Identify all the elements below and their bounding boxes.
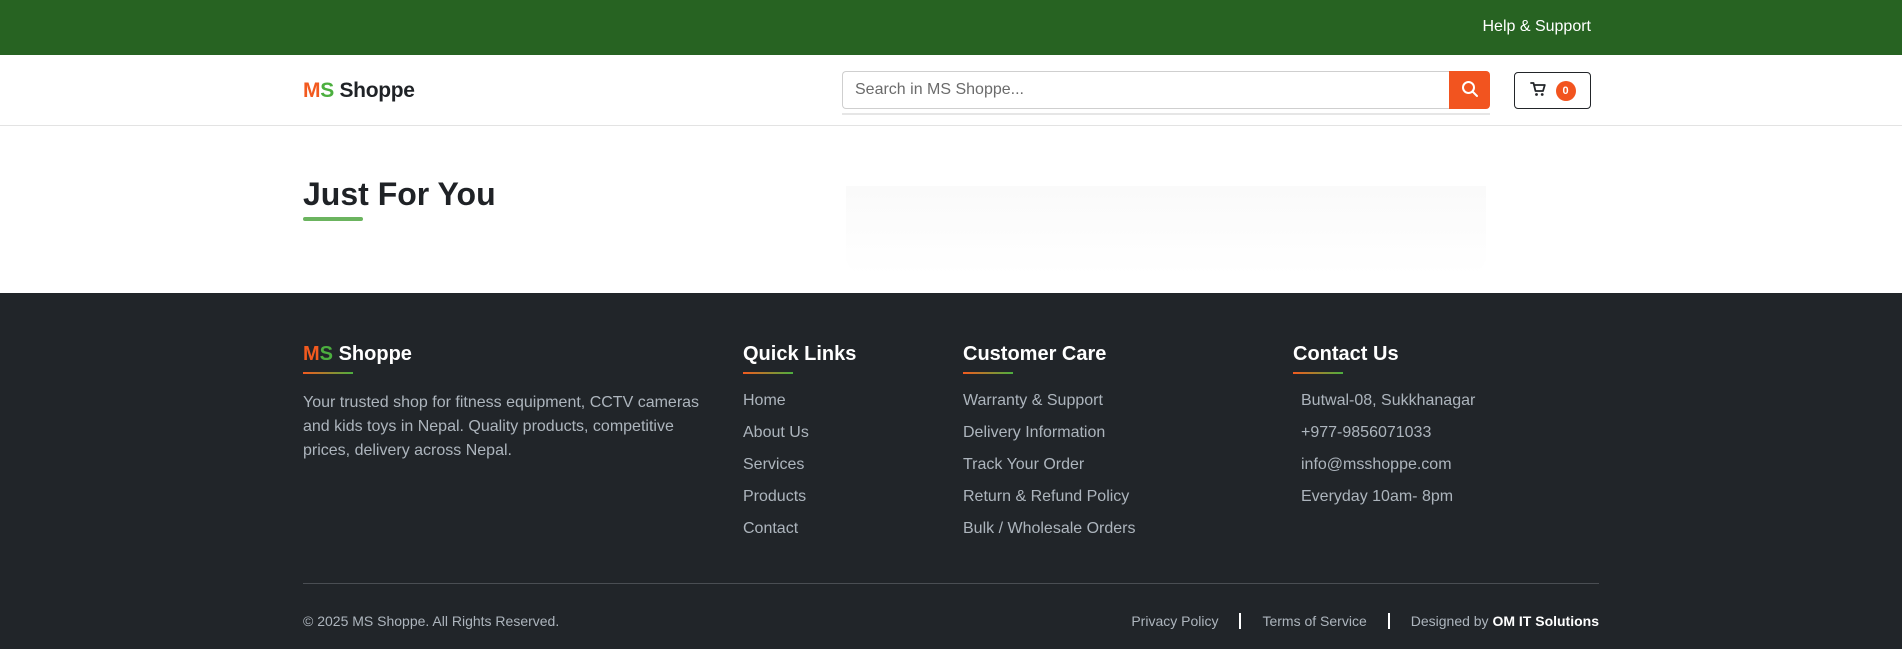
privacy-policy-link[interactable]: Privacy Policy [1131,613,1218,629]
header: MS Shoppe 0 [0,55,1902,126]
footer-link-wholesale[interactable]: Bulk / Wholesale Orders [963,519,1136,539]
cart-button[interactable]: 0 [1514,72,1591,109]
section-title: Just For You [303,176,496,212]
footer-link-home[interactable]: Home [743,391,856,411]
footer-link-track-order[interactable]: Track Your Order [963,455,1136,475]
footer-description: Your trusted shop for fitness equipment,… [303,394,700,459]
footer-link-warranty[interactable]: Warranty & Support [963,391,1136,411]
cart-icon [1529,81,1546,100]
contact-address: Butwal-08, Sukkhanagar [1301,392,1476,409]
footer-link-contact[interactable]: Contact [743,519,856,539]
site-logo[interactable]: MS Shoppe [303,79,415,103]
footer-divider [303,583,1599,584]
designed-by-text: Designed by OM IT Solutions [1410,613,1599,629]
contact-phone[interactable]: +977-9856071033 [1293,423,1475,443]
terms-of-service-link[interactable]: Terms of Service [1262,613,1366,629]
footer-about: MS Shoppe Your trusted shop for fitness … [303,343,713,463]
topbar: Help & Support [0,0,1902,55]
search-suggestions-border [842,113,1490,115]
footer-link-services[interactable]: Services [743,455,856,475]
footer-contact: Contact Us Butwal-08, Sukkhanagar +977-9… [1293,343,1475,519]
contact-hours: Everyday 10am- 8pm [1301,488,1454,505]
quick-links-title: Quick Links [743,343,857,365]
footer-title-underline [963,372,1013,374]
customer-care-title: Customer Care [963,343,1107,365]
footer-customer-care: Customer Care Warranty & Support Deliver… [963,343,1136,551]
footer-link-products[interactable]: Products [743,487,856,507]
section-title-underline [303,217,363,221]
footer-title-underline [1293,372,1343,374]
separator [1387,613,1390,629]
separator [1239,613,1242,629]
help-support-link[interactable]: Help & Support [1482,18,1591,36]
search-icon [1461,80,1479,101]
footer-link-about[interactable]: About Us [743,423,856,443]
search-dropdown-shadow [846,186,1486,276]
footer-quick-links: Quick Links Home About Us Services Produ… [743,343,856,551]
footer-legal-links: Privacy Policy Terms of Service Designed… [1131,613,1599,629]
search-button[interactable] [1449,71,1490,109]
footer-title-underline [743,372,793,374]
main-content: Just For You [0,126,1902,293]
contact-email[interactable]: info@msshoppe.com [1293,455,1475,475]
designer-link[interactable]: OM IT Solutions [1492,613,1599,629]
cart-count-badge: 0 [1555,80,1576,101]
contact-us-title: Contact Us [1293,343,1399,365]
footer-title-underline [303,372,353,374]
footer-brand: MS Shoppe [303,343,412,365]
search-bar [842,71,1490,109]
copyright-text: © 2025 MS Shoppe. All Rights Reserved. [303,613,560,629]
footer-link-refund[interactable]: Return & Refund Policy [963,487,1136,507]
footer: MS Shoppe Your trusted shop for fitness … [0,293,1902,649]
footer-link-delivery[interactable]: Delivery Information [963,423,1136,443]
search-input[interactable] [842,71,1449,109]
